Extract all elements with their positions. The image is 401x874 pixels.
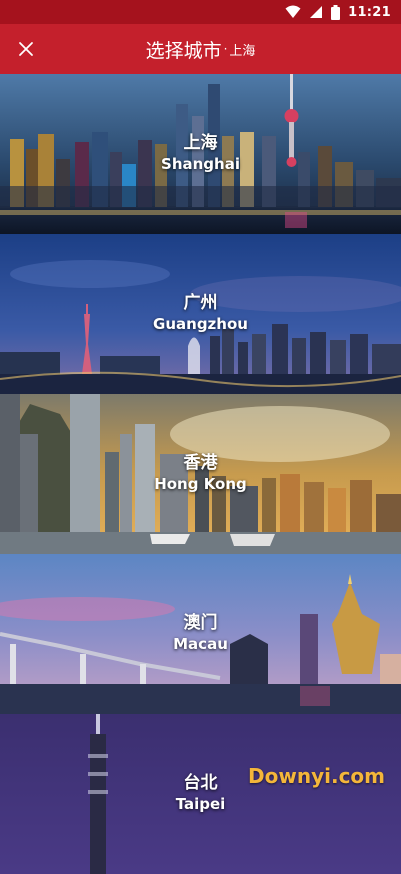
- battery-icon: [331, 4, 341, 20]
- signal-icon: [310, 6, 323, 18]
- city-name-en: Macau: [173, 635, 228, 653]
- city-name-cn: 澳门: [183, 613, 218, 633]
- city-label: 澳门 Macau: [0, 612, 401, 654]
- current-city: 上海: [229, 43, 256, 59]
- city-name-en: Taipei: [175, 795, 226, 813]
- city-list: 上海 Shanghai 广州 Guangzhou 香港 Hong Kong 澳门…: [0, 74, 401, 874]
- city-label: 香港 Hong Kong: [0, 452, 401, 494]
- city-label: 上海 Shanghai: [0, 132, 401, 174]
- city-card-taipei[interactable]: 台北 Taipei: [0, 714, 401, 874]
- city-card-guangzhou[interactable]: 广州 Guangzhou: [0, 234, 401, 394]
- city-card-macau[interactable]: 澳门 Macau: [0, 554, 401, 714]
- close-icon: [19, 42, 33, 56]
- city-card-shanghai[interactable]: 上海 Shanghai: [0, 74, 401, 234]
- city-name-cn: 上海: [183, 133, 218, 153]
- close-button[interactable]: [6, 29, 46, 69]
- city-name-en: Guangzhou: [153, 315, 248, 333]
- city-name-cn: 广州: [183, 293, 218, 313]
- city-card-hong-kong[interactable]: 香港 Hong Kong: [0, 394, 401, 554]
- wifi-icon: [285, 5, 301, 18]
- status-icons: 11:21: [285, 3, 391, 21]
- status-time: 11:21: [348, 4, 391, 20]
- city-name-en: Shanghai: [161, 155, 240, 173]
- watermark-logo: Downyi.com: [248, 764, 385, 788]
- title-separator: ·: [223, 42, 228, 56]
- app-bar: 选择城市 · 上海: [0, 24, 401, 74]
- page-title: 选择城市 · 上海: [0, 24, 401, 74]
- city-name-en: Hong Kong: [154, 475, 247, 493]
- city-name-cn: 香港: [183, 453, 218, 473]
- city-label: 广州 Guangzhou: [0, 292, 401, 334]
- title-text: 选择城市: [145, 39, 222, 62]
- status-bar: 11:21: [0, 0, 401, 24]
